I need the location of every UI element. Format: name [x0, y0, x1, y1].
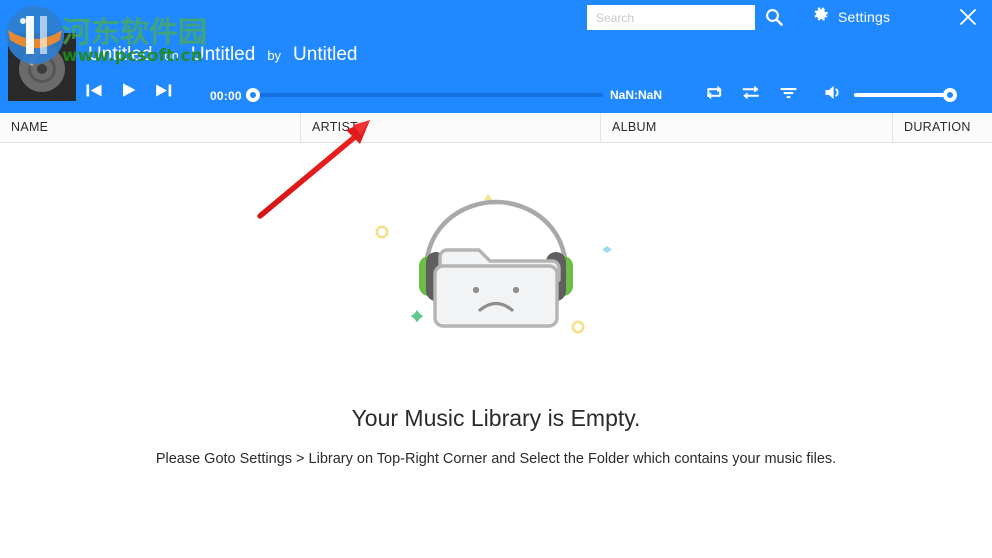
settings-label: Settings — [838, 9, 891, 25]
seek-handle[interactable] — [246, 88, 260, 102]
close-icon[interactable] — [957, 6, 979, 28]
column-header-duration[interactable]: DURATION — [892, 113, 992, 142]
now-playing-info: Untitled on Untitled by Untitled — [88, 44, 357, 66]
filter-icon[interactable] — [779, 84, 798, 106]
column-header-name[interactable]: NAME — [0, 113, 300, 142]
now-playing-on-label: on — [164, 48, 179, 63]
volume-track — [854, 93, 950, 97]
empty-state-title: Your Music Library is Empty. — [351, 405, 641, 431]
next-track-icon[interactable] — [155, 83, 172, 103]
transport-controls — [86, 82, 172, 103]
volume-controls — [824, 84, 957, 106]
seek-track — [255, 93, 603, 97]
face-eye-right — [512, 286, 520, 294]
decor-star-green-left — [410, 310, 424, 323]
now-playing-track: Untitled — [88, 44, 153, 65]
face-eye-left — [472, 286, 480, 294]
previous-track-icon[interactable] — [86, 83, 103, 103]
search-icon[interactable] — [764, 7, 784, 27]
play-icon[interactable] — [121, 82, 137, 103]
total-time: NaN:NaN — [610, 88, 663, 102]
decor-dot-yellow-left — [375, 225, 389, 239]
empty-folder-headphones-illustration — [375, 194, 612, 334]
decor-diamond-teal-right — [602, 246, 612, 253]
settings-button[interactable]: Settings — [813, 6, 890, 28]
search-box[interactable] — [587, 5, 755, 30]
volume-icon[interactable] — [824, 84, 844, 106]
vinyl-record-hole — [37, 64, 47, 74]
now-playing-by-label: by — [267, 48, 282, 63]
empty-state-subtitle: Please Goto Settings > Library on Top-Ri… — [155, 451, 837, 467]
decor-dot-yellow-bottom-right — [571, 320, 585, 334]
album-art-thumbnail — [8, 33, 76, 101]
volume-slider[interactable] — [854, 86, 957, 104]
column-header-album[interactable]: ALBUM — [600, 113, 892, 142]
volume-handle[interactable] — [943, 88, 957, 102]
empty-library-state: Your Music Library is Empty. Please Goto… — [0, 143, 992, 558]
seek-slider[interactable] — [246, 86, 603, 104]
gear-icon — [813, 6, 830, 28]
now-playing-artist: Untitled — [293, 44, 358, 65]
search-input[interactable] — [588, 6, 754, 29]
folder-front — [433, 264, 559, 328]
track-list-header: NAME ARTIST ALBUM DURATION — [0, 113, 992, 143]
music-player-window: Settings Untitled on Untitled by Untitle… — [0, 0, 992, 558]
playback-mode-controls — [705, 84, 798, 106]
shuffle-icon[interactable] — [742, 84, 761, 106]
column-header-artist[interactable]: ARTIST — [300, 113, 600, 142]
repeat-icon[interactable] — [705, 84, 724, 106]
now-playing-album: Untitled — [190, 44, 256, 65]
player-header: Settings Untitled on Untitled by Untitle… — [0, 0, 992, 113]
elapsed-time: 00:00 — [210, 89, 242, 103]
